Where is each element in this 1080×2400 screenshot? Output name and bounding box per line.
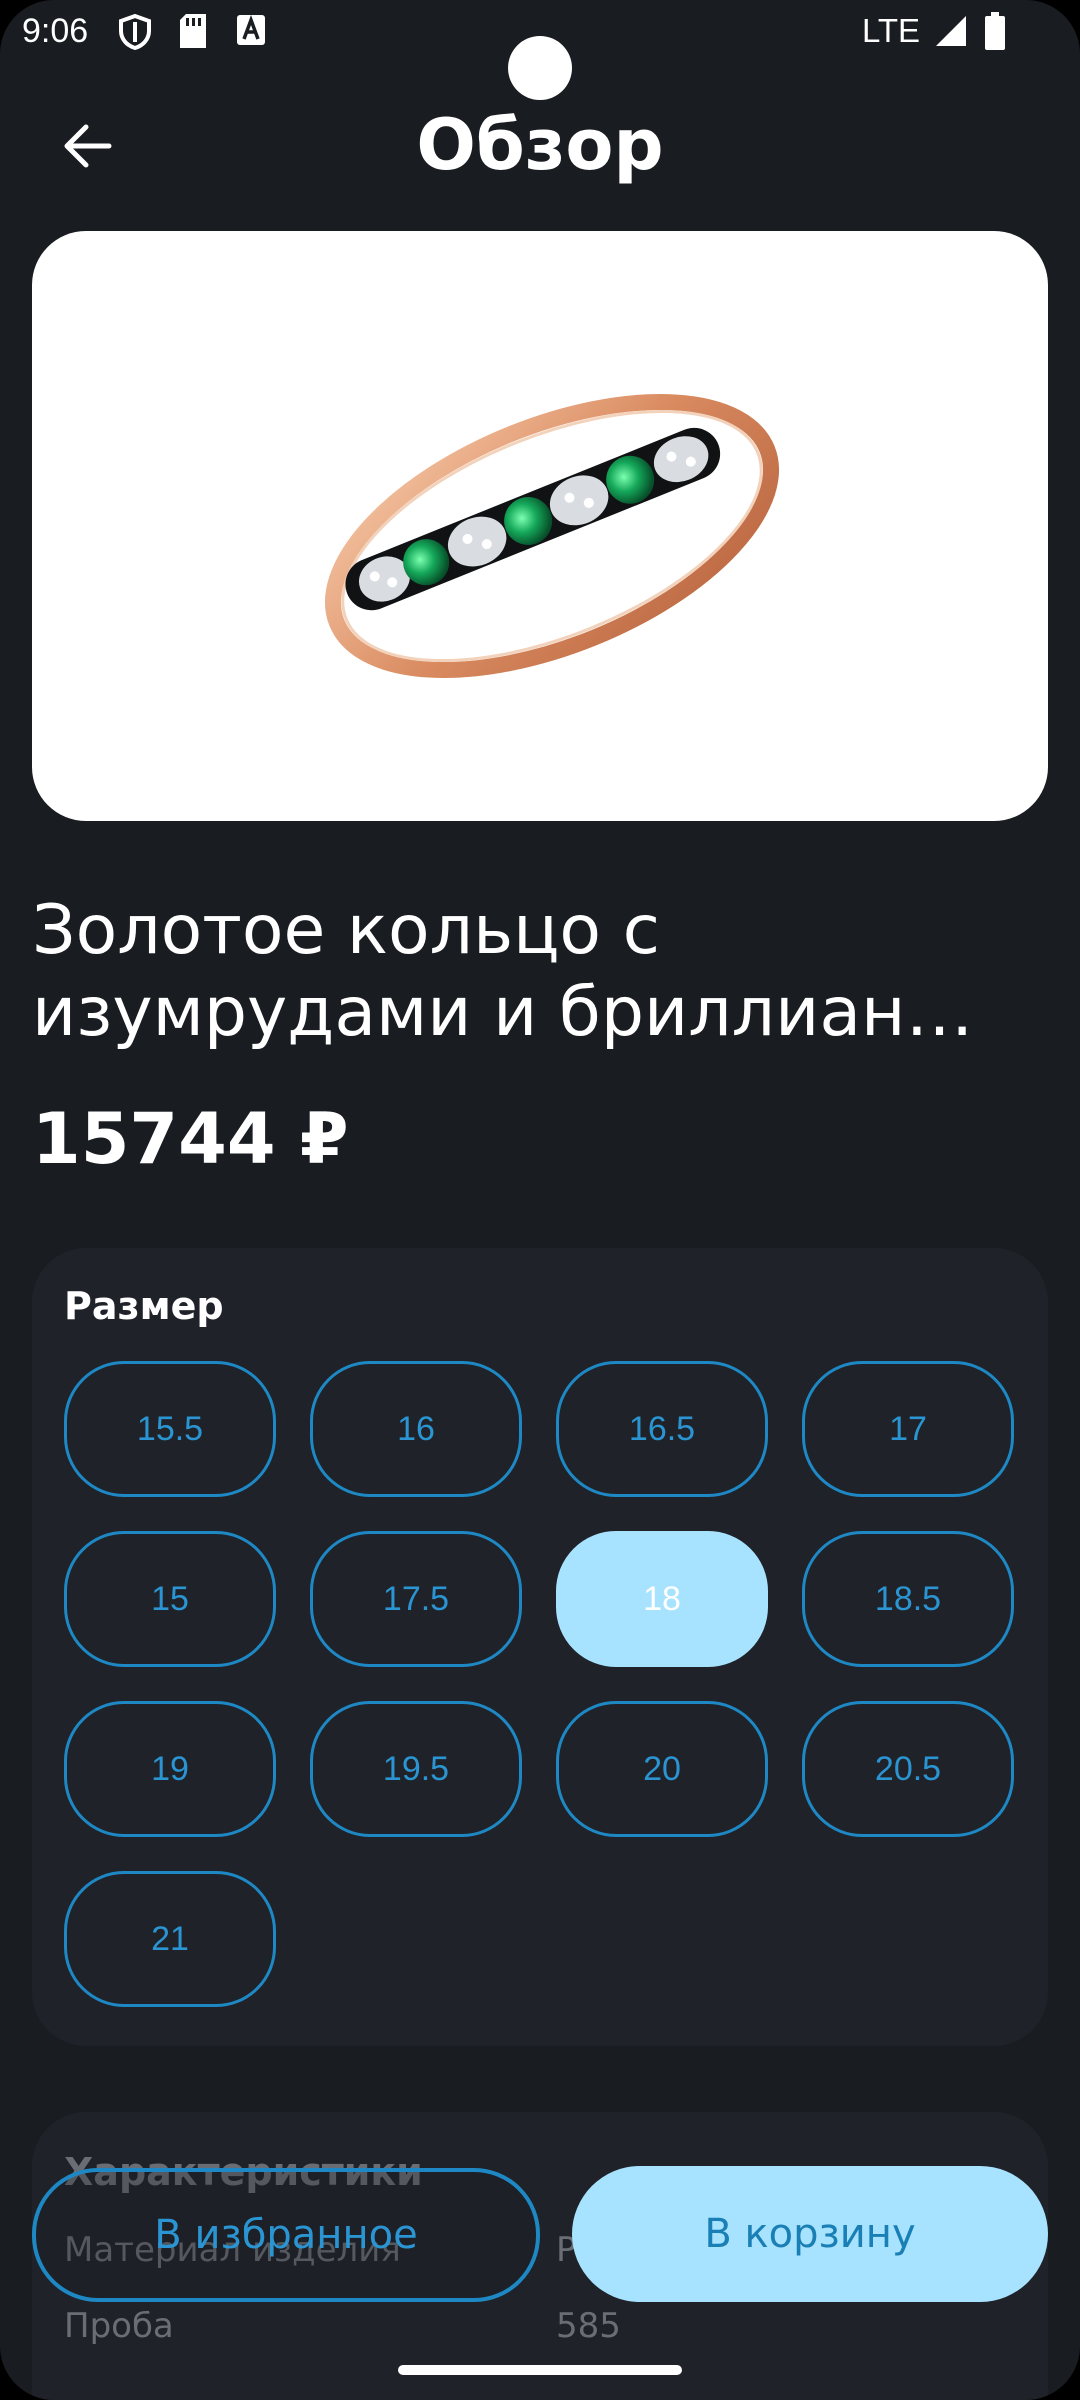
product-image[interactable] [32,231,1048,821]
size-chip[interactable]: 16 [310,1361,522,1497]
size-chip[interactable]: 20.5 [802,1701,1014,1837]
size-chip[interactable]: 17 [802,1361,1014,1497]
font-a-icon [236,14,266,50]
size-chip[interactable]: 18.5 [802,1531,1014,1667]
product-title-line2: изумрудами и бриллиан… [32,973,974,1052]
size-title: Размер [64,1284,224,1328]
gesture-navigation-bar[interactable] [398,2365,682,2375]
camera-cutout [508,36,572,100]
size-grid: 15.5 16 16.5 17 15 17.5 18 18.5 19 19.5 … [64,1361,1018,2007]
signal-icon [934,14,968,52]
add-to-favorites-button[interactable]: В избранное [32,2168,540,2302]
product-title-line1: Золотое кольцо с [32,891,661,970]
size-chip[interactable]: 21 [64,1871,276,2007]
battery-icon [984,12,1006,54]
size-chip[interactable]: 15 [64,1531,276,1667]
size-chip[interactable]: 19.5 [310,1701,522,1837]
characteristics-label: Проба [64,2306,174,2346]
characteristics-value: 585 [556,2306,621,2346]
size-chip[interactable]: 15.5 [64,1361,276,1497]
ring-image [324,394,780,678]
size-chip[interactable]: 18 [556,1531,768,1667]
product-price: 15744 ₽ [32,1098,349,1180]
size-card: Размер 15.5 16 16.5 17 15 17.5 18 18.5 1… [32,1248,1048,2046]
shield-icon [118,13,152,54]
product-title: Золотое кольцо с изумрудами и бриллиан… [32,890,1052,1054]
size-chip[interactable]: 16.5 [556,1361,768,1497]
sim-card-icon [178,14,208,52]
network-type: LTE [862,12,921,49]
size-chip[interactable]: 20 [556,1701,768,1837]
add-to-cart-button[interactable]: В корзину [572,2166,1048,2302]
size-chip[interactable]: 19 [64,1701,276,1837]
size-chip[interactable]: 17.5 [310,1531,522,1667]
status-time: 9:06 [22,12,89,50]
page-title: Обзор [416,104,664,186]
screen: 9:06 LTE Обзор Золотое кольцо с изумруда… [0,0,1080,2400]
